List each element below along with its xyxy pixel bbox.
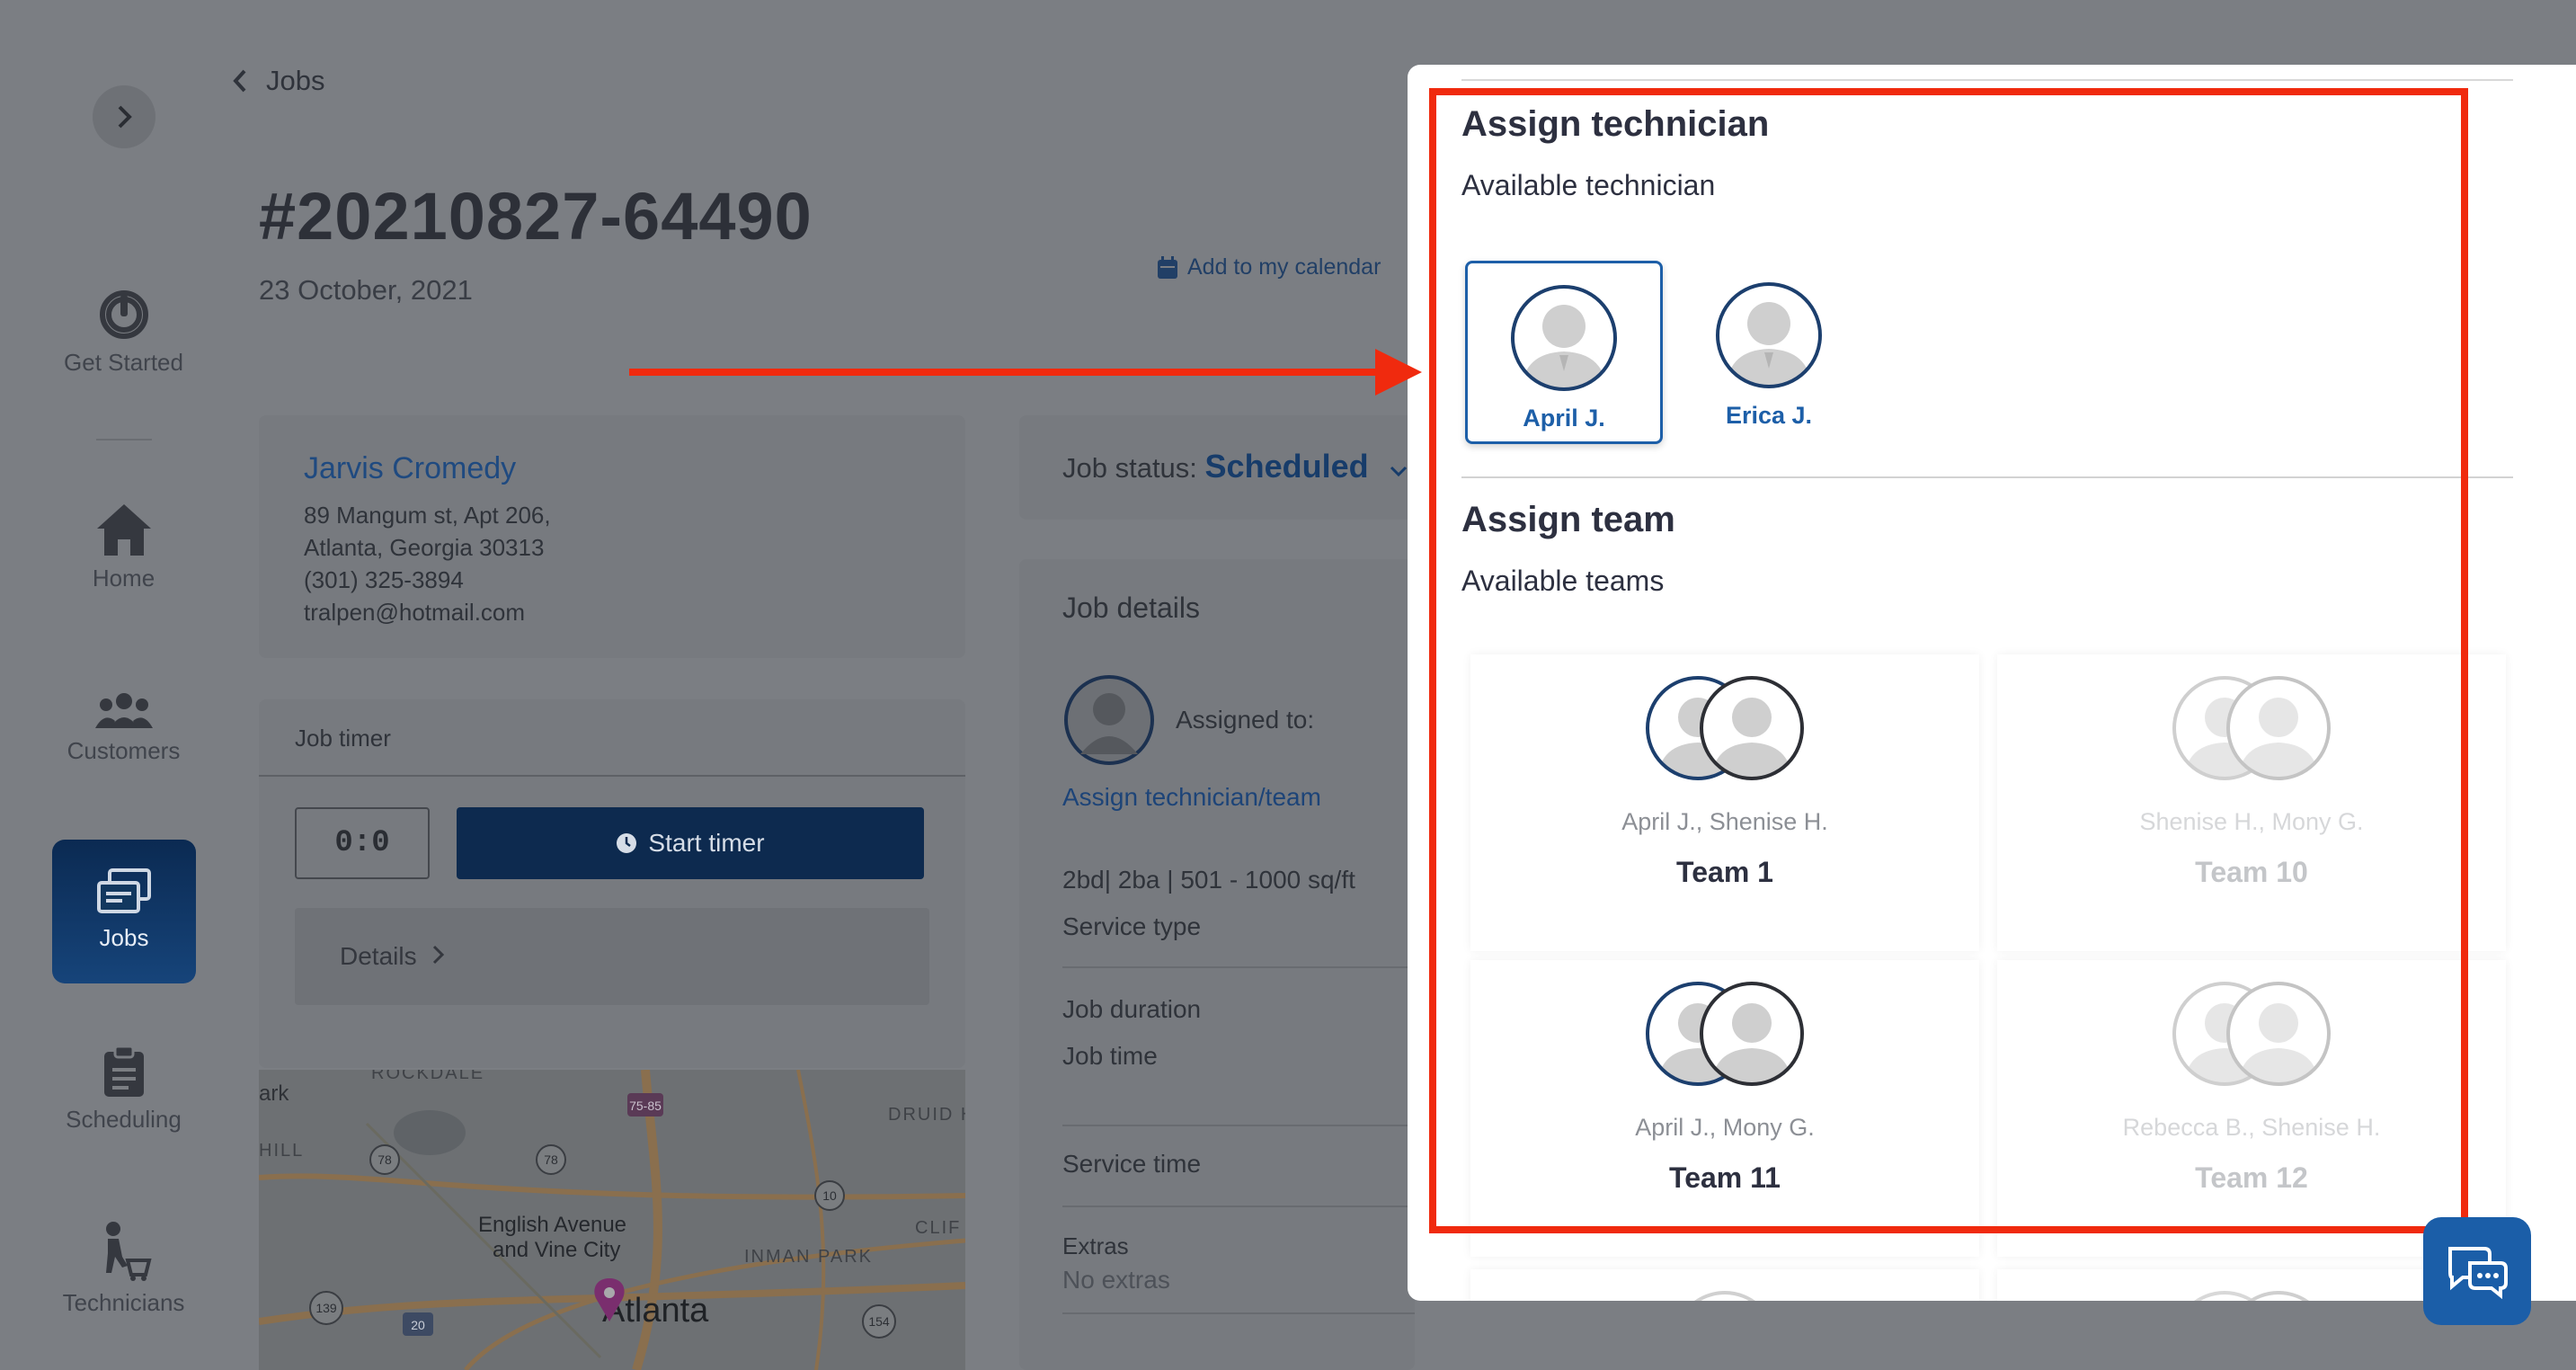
sidebar-expand-button[interactable] [93,85,155,148]
job-size: 2bd| 2ba | 501 - 1000 sq/ft [1062,866,1355,894]
calendar-icon [1158,255,1177,279]
job-details-card: Job details Assigned to: Assign technici… [1019,559,1415,1370]
map-label: ark [259,1081,289,1106]
map-label: DRUID H [888,1105,965,1125]
chat-icon [2448,1247,2508,1299]
timer-details-label: Details [340,942,417,970]
technician-icon [105,1222,152,1281]
service-time-label: Service time [1062,1150,1202,1178]
sidebar-item-label: Customers [67,737,181,764]
chat-button[interactable] [2423,1217,2531,1325]
breadcrumb-label: Jobs [266,65,325,96]
timer-details-toggle[interactable]: Details [295,908,929,1005]
sidebar-item-home[interactable]: Home [0,502,247,592]
highway-shield-label: 75-85 [629,1099,662,1113]
power-icon [99,290,148,339]
sidebar-item-label: Home [92,565,155,592]
annotation-arrow [629,349,1422,396]
sidebar-item-customers[interactable]: Customers [0,690,247,765]
road-shield-label: 78 [378,1152,392,1167]
extras-label: Extras [1062,1232,1129,1259]
job-date: 23 October, 2021 [259,274,473,306]
start-timer-button[interactable]: Start timer [457,807,924,879]
annotation-highlight-box [1429,88,2468,1233]
job-status-label: Job status: [1062,452,1197,484]
customer-address-line2: Atlanta, Georgia 30313 [304,534,545,561]
sidebar-divider [96,439,152,440]
sidebar-item-scheduling[interactable]: Scheduling [0,1045,247,1134]
job-duration-label: Job duration [1062,995,1202,1023]
timer-display: 0:0 [295,807,430,879]
extras-value: No extras [1062,1266,1170,1294]
jobs-icon [97,868,151,913]
start-timer-label: Start timer [648,829,765,857]
chevron-down-icon [1390,466,1408,477]
sidebar-item-label: Get Started [64,349,183,376]
road-shield-label: 154 [868,1314,890,1329]
breadcrumb[interactable]: Jobs [232,65,324,97]
chevron-right-icon [432,945,444,965]
map-label: ROCKDALE [371,1070,484,1083]
job-timer-title: Job timer [259,699,965,777]
service-type-label: Service type [1062,912,1202,940]
sidebar-item-get-started[interactable]: Get Started [0,284,247,377]
clipboard-icon [103,1045,144,1097]
map-label: English Avenue [478,1213,626,1237]
sidebar-item-label: Scheduling [66,1106,182,1133]
sidebar-item-technicians[interactable]: Technicians [0,1221,247,1317]
sidebar-item-jobs[interactable]: Jobs [52,840,196,983]
divider [1461,79,2513,81]
clock-icon [617,833,637,853]
map-label: and Vine City [493,1238,620,1262]
map-canvas: 75-85 78 78 10 139 20 154 ark HILL ROCKD… [259,1070,965,1370]
chevron-left-icon [233,69,246,93]
users-icon [94,693,153,728]
assign-technician-team-link[interactable]: Assign technician/team [1062,783,1415,812]
team-avatars [1694,1291,1755,1301]
customer-phone: (301) 325-3894 [304,566,464,593]
sidebar-item-label: Technicians [62,1289,185,1316]
customer-address-line1: 89 Mangum st, Apt 206, [304,502,551,529]
team-card-partial[interactable] [1470,1269,1979,1301]
job-time-label: Job time [1062,1042,1158,1070]
road-shield-label: 139 [315,1301,337,1315]
assigned-to-label: Assigned to: [1176,706,1315,734]
road-shield-label: 78 [544,1152,558,1167]
page-title: #20210827-64490 [259,179,813,254]
job-details-title: Job details [1062,592,1200,624]
home-icon [96,504,151,556]
divider [1062,1125,1415,1126]
sidebar-item-label: Jobs [99,924,149,951]
map-label: INMAN PARK [744,1247,873,1267]
add-to-calendar-label: Add to my calendar [1187,254,1381,280]
map-label: CLIF [915,1218,961,1238]
road-shield-label: 10 [822,1188,837,1203]
customer-email: tralpen@hotmail.com [304,599,526,626]
job-status-dropdown[interactable]: Job status: Scheduled [1019,415,1415,520]
add-to-calendar-link[interactable]: Add to my calendar Se [1157,254,1435,280]
divider [1062,1312,1415,1314]
chevron-right-icon [118,105,132,129]
sidebar: Get Started Home Customers Jobs Scheduli… [0,0,247,1370]
job-location-map[interactable]: 75-85 78 78 10 139 20 154 ark HILL ROCKD… [259,1070,965,1370]
job-timer-card: Job timer 0:0 Start timer Details [259,699,965,1068]
divider [1062,1205,1415,1207]
divider [1062,966,1415,968]
customer-name[interactable]: Jarvis Cromedy [304,451,965,486]
avatar [1064,675,1154,765]
team-avatars [2194,1291,2309,1301]
job-status-value: Scheduled [1204,448,1369,485]
map-label: HILL [259,1141,304,1161]
customer-card: Jarvis Cromedy 89 Mangum st, Apt 206, At… [259,415,965,658]
highway-shield-label: 20 [411,1318,425,1332]
